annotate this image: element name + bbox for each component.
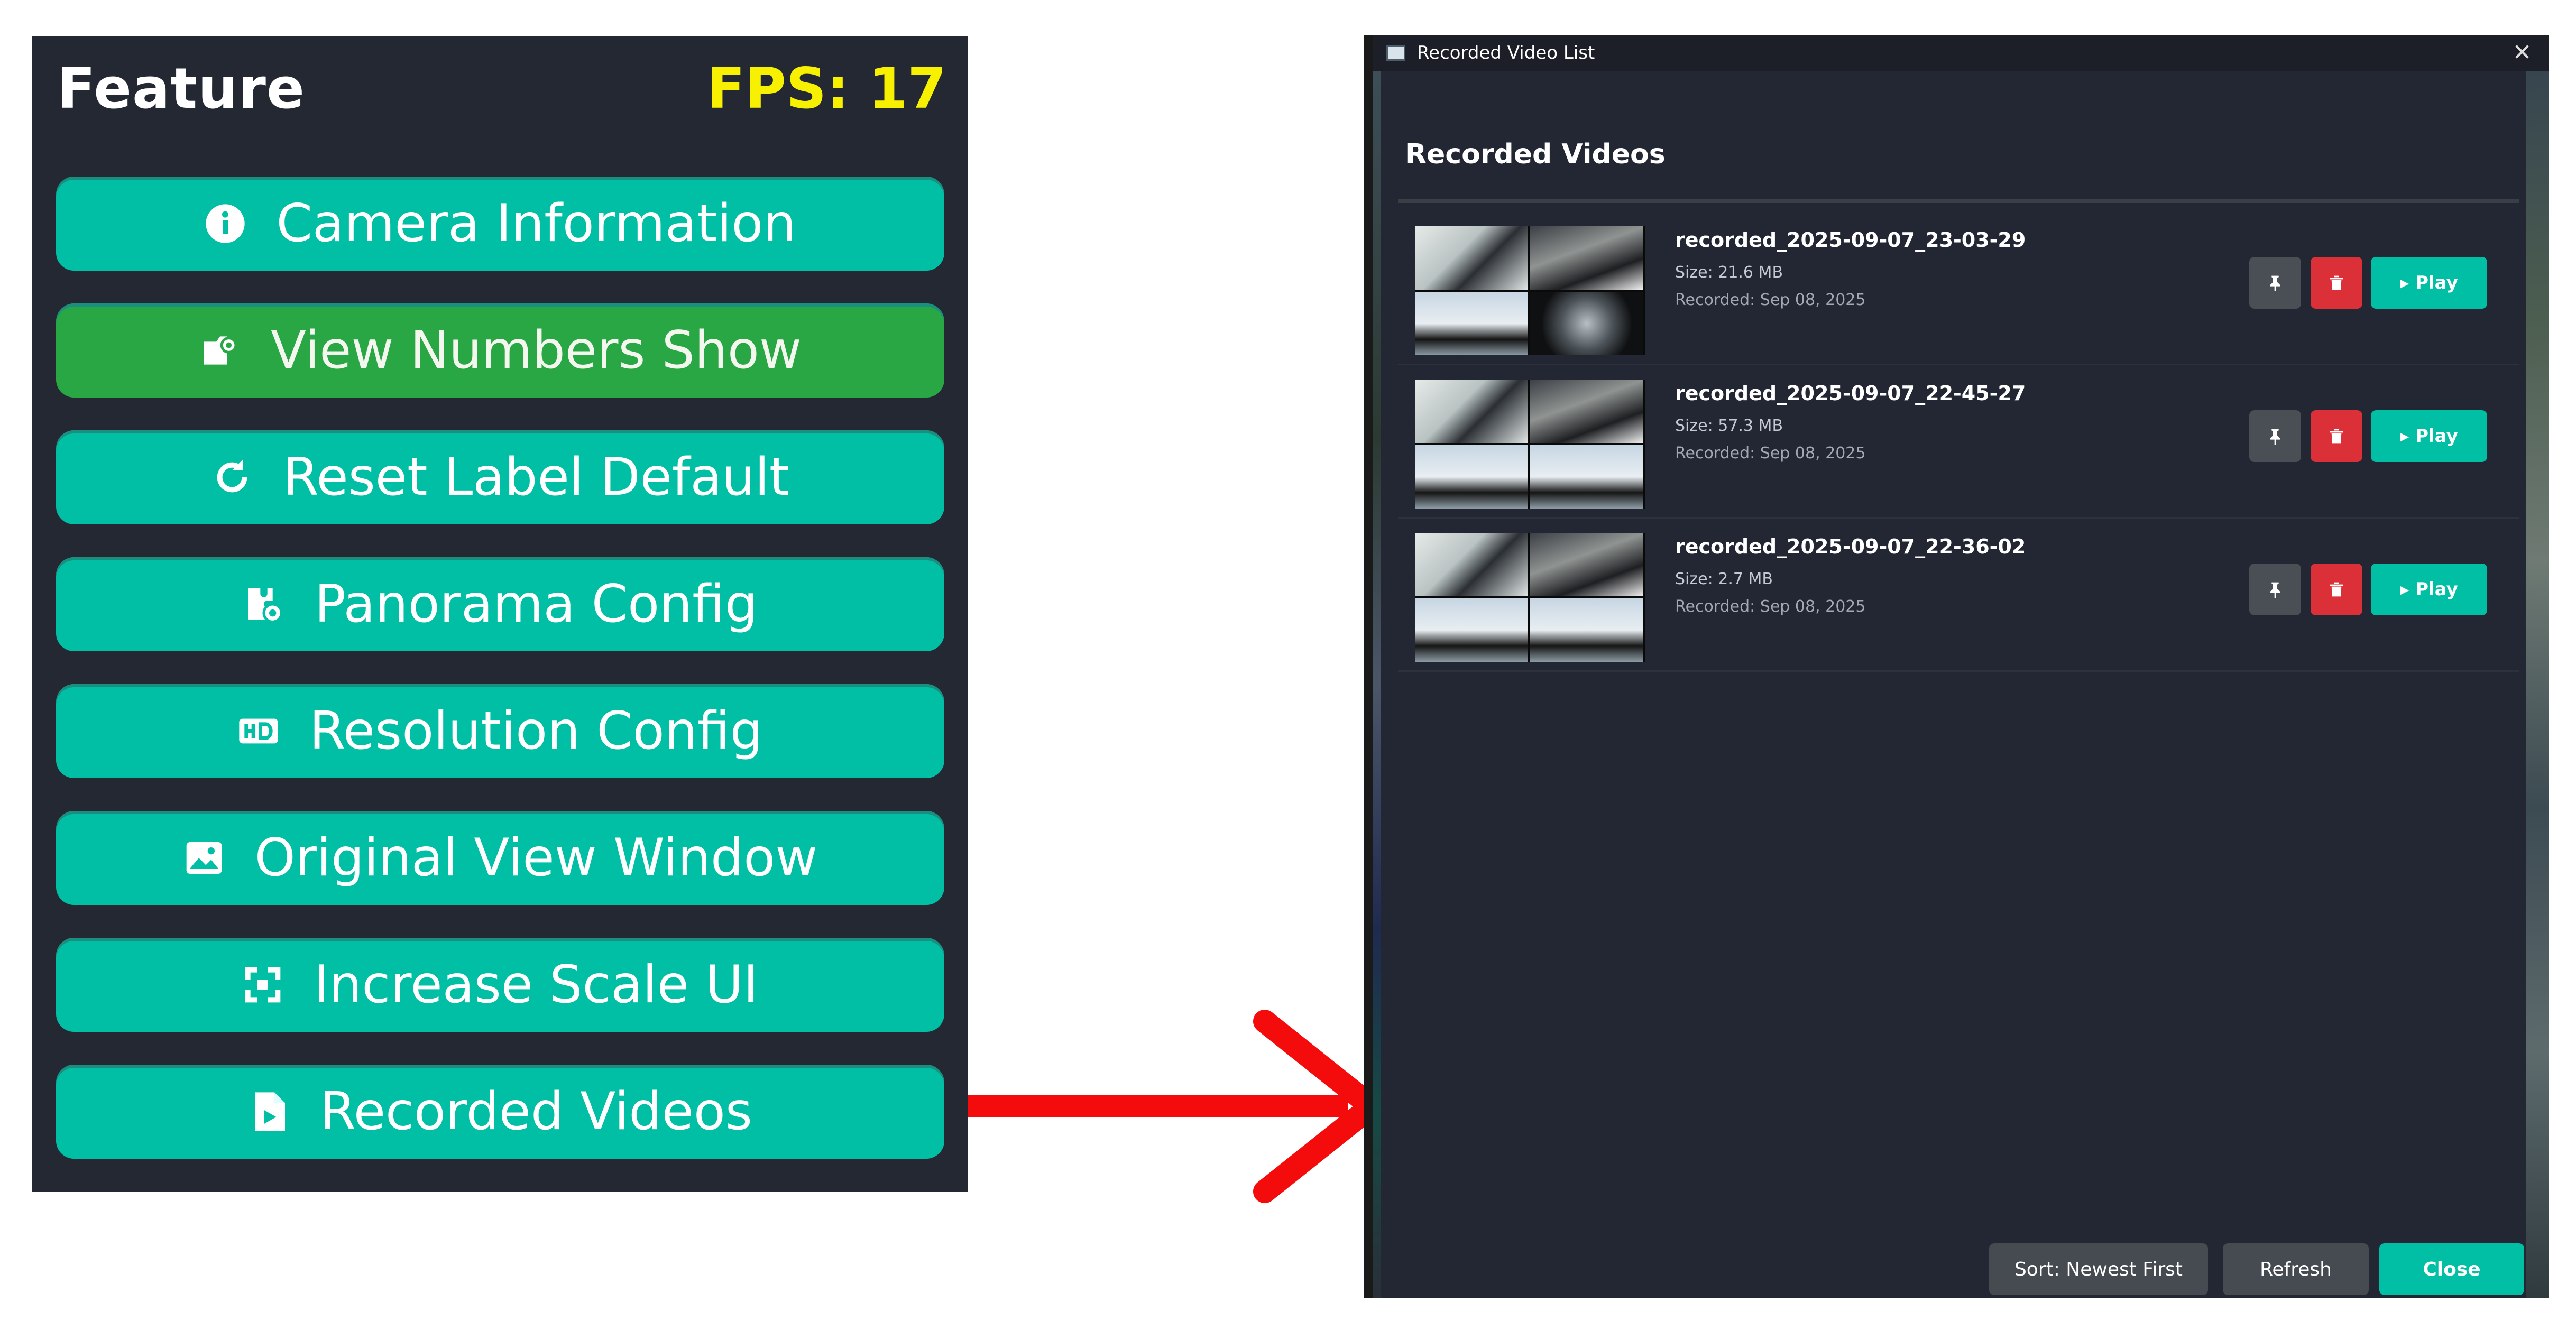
recorded-video-list-dialog: Recorded Video List ✕ Recorded Videos re… — [1364, 35, 2549, 1298]
resolution-config-label: Resolution Config — [309, 701, 763, 761]
feature-title: Feature — [57, 56, 305, 121]
recorded-videos-label: Recorded Videos — [320, 1082, 752, 1142]
video-name: recorded_2025-09-07_23-03-29 — [1675, 228, 2026, 252]
close-button[interactable]: Close — [2379, 1243, 2524, 1295]
pin-button[interactable] — [2249, 257, 2301, 309]
fps-counter: FPS: 17 — [706, 56, 946, 121]
reset-label-default-label: Reset Label Default — [282, 447, 790, 507]
view-numbers-show-label: View Numbers Show — [270, 320, 802, 381]
delete-button[interactable] — [2311, 257, 2362, 309]
video-recorded-date: Recorded: Sep 08, 2025 — [1675, 597, 1866, 616]
camera-information-button[interactable]: Camera Information — [56, 177, 944, 271]
reset-label-default-button[interactable]: Reset Label Default — [56, 430, 944, 524]
pin-icon — [2270, 429, 2280, 445]
video-list-item[interactable]: recorded_2025-09-07_22-36-02 Size: 2.7 M… — [1398, 517, 2519, 672]
info-icon — [206, 204, 245, 243]
original-view-window-label: Original View Window — [254, 828, 818, 888]
trash-icon — [2330, 582, 2343, 597]
file-video-icon — [255, 1092, 286, 1131]
feature-panel: Feature FPS: 17 Camera Information View … — [32, 36, 968, 1192]
panorama-config-label: Panorama Config — [314, 574, 758, 634]
play-button[interactable]: ▸ Play — [2371, 257, 2487, 309]
image-icon — [186, 842, 222, 874]
recorded-videos-button[interactable]: Recorded Videos — [56, 1065, 944, 1159]
view-numbers-show-button[interactable]: View Numbers Show — [56, 303, 944, 398]
video-name: recorded_2025-09-07_22-45-27 — [1675, 382, 2026, 405]
video-list-item[interactable]: recorded_2025-09-07_23-03-29 Size: 21.6 … — [1398, 210, 2519, 365]
delete-button[interactable] — [2311, 410, 2362, 462]
video-thumbnail[interactable] — [1415, 533, 1645, 662]
background-video-strip-right — [2526, 71, 2549, 1298]
original-view-window-button[interactable]: Original View Window — [56, 811, 944, 905]
pin-icon — [2270, 582, 2280, 598]
pin-button[interactable] — [2249, 410, 2301, 462]
refresh-icon — [217, 459, 247, 493]
video-thumbnail[interactable] — [1415, 380, 1645, 509]
expand-icon — [245, 967, 281, 1003]
id-card-icon — [204, 336, 237, 365]
hd-icon — [239, 718, 278, 744]
refresh-button[interactable]: Refresh — [2223, 1243, 2369, 1295]
play-button[interactable]: ▸ Play — [2371, 410, 2487, 462]
video-recorded-date: Recorded: Sep 08, 2025 — [1675, 444, 1866, 463]
window-close-icon[interactable]: ✕ — [2509, 40, 2535, 66]
resolution-config-button[interactable]: Resolution Config — [56, 684, 944, 778]
video-recorded-date: Recorded: Sep 08, 2025 — [1675, 291, 1866, 309]
background-video-strip-left — [1373, 71, 1381, 1298]
trash-icon — [2330, 429, 2343, 444]
pin-button[interactable] — [2249, 564, 2301, 615]
increase-scale-ui-button[interactable]: Increase Scale UI — [56, 938, 944, 1032]
video-size: Size: 21.6 MB — [1675, 263, 1783, 282]
video-size: Size: 2.7 MB — [1675, 570, 1773, 588]
video-list-item[interactable]: recorded_2025-09-07_22-45-27 Size: 57.3 … — [1398, 364, 2519, 519]
window-titlebar: Recorded Video List ✕ — [1373, 35, 2549, 71]
camera-information-label: Camera Information — [276, 193, 796, 254]
window-app-icon — [1386, 45, 1405, 61]
panorama-config-button[interactable]: Panorama Config — [56, 557, 944, 651]
heading-divider — [1398, 199, 2519, 203]
trash-icon — [2330, 275, 2343, 290]
video-size: Size: 57.3 MB — [1675, 417, 1783, 435]
video-thumbnail[interactable] — [1415, 226, 1645, 355]
video-name: recorded_2025-09-07_22-36-02 — [1675, 535, 2026, 558]
sort-button[interactable]: Sort: Newest First — [1989, 1243, 2208, 1295]
play-button[interactable]: ▸ Play — [2371, 564, 2487, 615]
increase-scale-ui-label: Increase Scale UI — [314, 955, 759, 1015]
window-title: Recorded Video List — [1417, 42, 1595, 63]
puzzle-gear-icon — [247, 588, 283, 623]
dialog-heading: Recorded Videos — [1405, 138, 1666, 170]
delete-button[interactable] — [2311, 564, 2362, 615]
pin-icon — [2270, 275, 2280, 291]
